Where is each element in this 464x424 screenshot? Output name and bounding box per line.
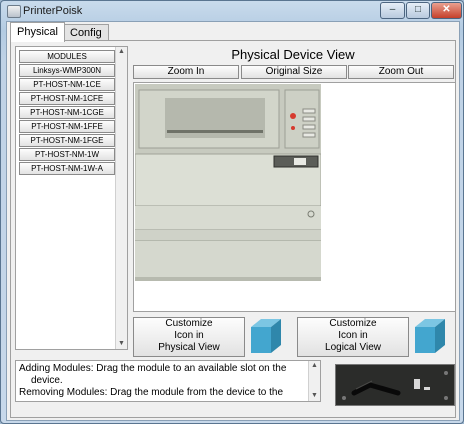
tab-config[interactable]: Config	[63, 24, 109, 41]
minimize-button[interactable]: –	[380, 2, 405, 19]
title-bar[interactable]: PrinterPoisk – □ ✕	[1, 1, 463, 21]
customize-logical-icon-button[interactable]: Customize Icon in Logical View	[297, 317, 409, 357]
physical-view-icon-cube	[249, 317, 283, 355]
zoom-out-button[interactable]: Zoom Out	[348, 65, 454, 79]
logical-view-icon-cube	[413, 317, 447, 355]
help-text-scrollbar[interactable]: ▲ ▼	[308, 361, 320, 401]
scroll-up-arrow-icon[interactable]: ▲	[116, 47, 127, 57]
module-preview-image	[335, 364, 455, 406]
window-client-area: Physical Config MODULES Linksys-WMP300N …	[6, 21, 460, 421]
zoom-in-button[interactable]: Zoom In	[133, 65, 239, 79]
close-icon: ✕	[442, 4, 451, 15]
customize-physical-icon-button[interactable]: Customize Icon in Physical View	[133, 317, 245, 357]
window-title: PrinterPoisk	[23, 5, 83, 17]
minimize-icon: –	[389, 4, 396, 15]
module-help-text: Adding Modules: Drag the module to an av…	[15, 360, 321, 402]
modules-scrollbar[interactable]: ▲ ▼	[115, 47, 127, 349]
module-item[interactable]: Linksys-WMP300N	[19, 64, 115, 77]
app-icon	[7, 5, 21, 18]
module-item[interactable]: PT-HOST-NM-1FFE	[19, 120, 115, 133]
scroll-down-arrow-icon[interactable]: ▼	[309, 391, 320, 401]
scroll-up-arrow-icon[interactable]: ▲	[309, 361, 320, 371]
module-item[interactable]: PT-HOST-NM-1CFE	[19, 92, 115, 105]
close-button[interactable]: ✕	[431, 2, 462, 19]
printer-device-image	[134, 84, 322, 281]
module-item[interactable]: PT-HOST-NM-1CGE	[19, 106, 115, 119]
module-item[interactable]: PT-HOST-NM-1CE	[19, 78, 115, 91]
view-title: Physical Device View	[231, 47, 355, 62]
printer-config-window: PrinterPoisk – □ ✕ Physical Config MODUL…	[0, 0, 464, 424]
original-size-button[interactable]: Original Size	[241, 65, 347, 79]
modules-list: MODULES Linksys-WMP300N PT-HOST-NM-1CE P…	[15, 46, 128, 350]
module-item[interactable]: PT-HOST-NM-1FGE	[19, 134, 115, 147]
module-item[interactable]: PT-HOST-NM-1W	[19, 148, 115, 161]
physical-panel: MODULES Linksys-WMP300N PT-HOST-NM-1CE P…	[10, 40, 456, 418]
maximize-button[interactable]: □	[406, 2, 430, 19]
module-item[interactable]: PT-HOST-NM-1W-A	[19, 162, 115, 175]
maximize-icon: □	[414, 4, 422, 15]
scroll-down-arrow-icon[interactable]: ▼	[116, 339, 127, 349]
device-view-canvas[interactable]	[133, 82, 456, 312]
tab-physical[interactable]: Physical	[10, 22, 65, 42]
modules-header: MODULES	[19, 50, 115, 63]
